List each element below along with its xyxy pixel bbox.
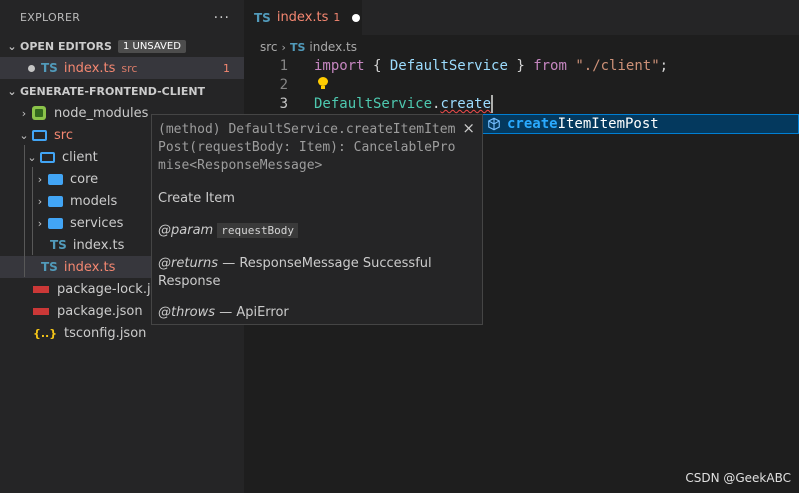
explorer-title: EXPLORER <box>20 11 81 24</box>
node-modules-folder-icon <box>32 106 46 120</box>
tab-problem-count: 1 <box>333 11 341 24</box>
line-number: 2 <box>279 77 288 93</box>
tree-item-label: index.ts <box>63 259 116 275</box>
open-editors-header[interactable]: ⌄ OPEN EDITORS 1 UNSAVED <box>0 35 244 57</box>
suggestion-rest: ItemItemPost <box>557 116 659 132</box>
text-cursor <box>491 95 494 113</box>
throws-text: — ApiError <box>219 305 289 320</box>
open-editor-filename: index.ts <box>63 60 116 76</box>
tab-label: index.ts <box>276 10 329 25</box>
tree-item-label: package.json <box>57 303 143 319</box>
keyword: from <box>533 58 567 74</box>
doc-returns: @returns — ResponseMessage Successful Re… <box>158 255 432 291</box>
chevron-right-icon: › <box>21 106 27 120</box>
tree-item-tsconfig[interactable]: {..} tsconfig.json <box>0 322 244 344</box>
returns-text: — ResponseMessage Successful <box>222 256 432 271</box>
tree-item-label: src <box>54 127 73 143</box>
folder-icon <box>48 195 63 207</box>
keyword: import <box>314 58 365 74</box>
folder-icon <box>48 217 63 229</box>
npm-icon <box>33 307 49 315</box>
code-line: 3 DefaultService.create <box>244 94 799 114</box>
chevron-right-icon: › <box>37 194 43 208</box>
problem-count: 1 <box>223 61 230 75</box>
tree-item-label: tsconfig.json <box>64 325 147 341</box>
punctuation: ; <box>659 58 669 74</box>
suggestion-match: create <box>507 116 558 132</box>
code-text: DefaultService.create <box>314 95 494 113</box>
unsaved-dot-icon[interactable] <box>28 64 35 72</box>
doc-throws: @throws — ApiError <box>158 305 289 320</box>
indent-guide <box>32 167 33 255</box>
more-actions-icon[interactable]: ··· <box>214 10 230 26</box>
code-line: 2 <box>244 75 799 95</box>
returns-text-2: Response <box>158 274 221 289</box>
chevron-down-icon: ⌄ <box>7 39 17 53</box>
breadcrumb-file[interactable]: index.ts <box>309 40 357 54</box>
code-text: import { DefaultService } from "./client… <box>314 58 668 74</box>
method-signature: (method) DefaultService.createItemItemPo… <box>158 122 456 173</box>
suggestion-item[interactable]: create ItemItemPost <box>482 114 799 134</box>
tree-item-label: client <box>62 149 98 165</box>
folder-open-icon <box>40 151 55 163</box>
chevron-down-icon: ⌄ <box>19 128 29 142</box>
open-editor-folder: src <box>121 61 138 75</box>
param-name: requestBody <box>217 223 299 238</box>
npm-icon <box>33 285 49 293</box>
tree-item-label: index.ts <box>72 237 125 253</box>
breadcrumb-folder[interactable]: src <box>260 40 278 54</box>
returns-tag: @returns <box>158 256 219 271</box>
line-number: 1 <box>279 58 288 74</box>
typed-member: create <box>440 96 492 112</box>
chevron-right-icon: › <box>37 172 43 186</box>
punctuation: } <box>507 58 534 74</box>
doc-param: @param requestBody <box>158 223 299 238</box>
project-header[interactable]: ⌄ GENERATE-FRONTEND-CLIENT <box>0 80 244 102</box>
throws-tag: @throws <box>158 305 216 320</box>
line-number: 3 <box>279 96 288 112</box>
tree-item-label: services <box>70 215 124 231</box>
chevron-right-icon: › <box>37 216 43 230</box>
string-literal: "./client" <box>575 58 660 74</box>
identifier: DefaultService <box>389 58 508 74</box>
folder-open-icon <box>32 129 47 141</box>
tree-item-label: core <box>70 171 99 187</box>
watermark: CSDN @GeekABC <box>685 471 791 485</box>
param-tag: @param <box>158 223 214 238</box>
method-cube-icon <box>488 117 500 131</box>
tree-item-label: node_modules <box>54 105 149 121</box>
indent-guide <box>24 145 25 277</box>
open-editor-item[interactable]: TS index.ts src 1 <box>0 57 244 79</box>
typescript-file-icon: TS <box>41 61 58 75</box>
lightbulb-icon[interactable] <box>318 77 328 89</box>
typescript-file-icon: TS <box>50 238 67 252</box>
chevron-right-icon: › <box>281 40 286 54</box>
doc-description: Create Item <box>158 191 235 206</box>
folder-icon <box>48 173 63 185</box>
punctuation: { <box>364 58 390 74</box>
explorer-header: EXPLORER ··· <box>0 0 244 35</box>
close-icon[interactable]: × <box>462 119 475 137</box>
tab-index-ts[interactable]: TS index.ts 1 <box>244 0 362 35</box>
suggest-widget: create ItemItemPost <box>482 114 799 134</box>
unsaved-badge: 1 UNSAVED <box>117 39 186 53</box>
typescript-file-icon: TS <box>41 260 58 274</box>
project-label: GENERATE-FRONTEND-CLIENT <box>20 84 206 98</box>
identifier: DefaultService <box>314 96 433 112</box>
editor-tab-bar: TS index.ts 1 <box>244 0 799 35</box>
open-editors-label: OPEN EDITORS <box>20 39 112 53</box>
typescript-file-icon: TS <box>289 40 306 54</box>
chevron-down-icon: ⌄ <box>27 150 37 164</box>
unsaved-dot-icon[interactable] <box>352 13 361 22</box>
code-line: 1 import { DefaultService } from "./clie… <box>244 56 799 76</box>
suggestion-details-popup: × (method) DefaultService.createItemItem… <box>151 114 483 325</box>
breadcrumb: src › TS index.ts <box>260 38 357 56</box>
json-braces-icon: {..} <box>33 326 58 340</box>
tree-item-label: models <box>70 193 118 209</box>
typescript-file-icon: TS <box>254 10 271 25</box>
chevron-down-icon: ⌄ <box>7 84 17 98</box>
